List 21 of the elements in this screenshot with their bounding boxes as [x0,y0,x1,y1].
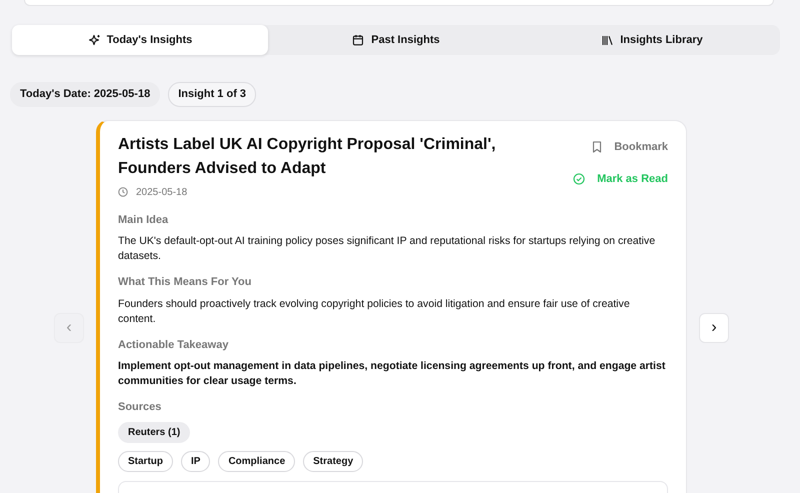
topic-tag[interactable]: IP [181,450,210,472]
bookmark-button[interactable]: Bookmark [592,138,668,155]
topic-tag[interactable]: Startup [118,450,173,472]
topic-tag[interactable]: Compliance [218,450,296,472]
topic-tag[interactable]: Strategy [303,450,364,472]
section-text: Implement opt-out management in data pipelines, negotiate licensing agreements up front, and engage artist communities for clear usage terms. [118,359,666,389]
section-heading: Sources [118,400,162,415]
section-heading: What This Means For You [118,275,252,290]
tab[interactable]: Today's Insights [12,25,268,55]
section-heading: Main Idea [118,212,170,228]
insight-counter: Insight 1 of 3 [168,82,256,106]
next-button[interactable]: › [699,312,729,342]
section-heading: Actionable Takeaway [118,338,230,352]
section-text: The UK's default-opt-out AI training policy poses significant IP and reputational risks for startups relying on creative datasets. [118,234,656,264]
tab[interactable]: Past Insights [268,25,524,55]
insight-date: 2025-05-18 [136,186,188,200]
date-chip: Today's Date: 2025-05-18 [10,82,160,106]
section-text: Founders should proactively track evolving copyright policies to avoid litigation and ensure fair use of creative content. [118,296,631,326]
tab[interactable]: Insights Library [524,25,780,55]
insight-title: Artists Label UK AI Copyright Proposal 'Criminal', Founders Advised to Adapt [118,134,497,178]
source-tag[interactable]: Reuters (1) [118,422,190,442]
